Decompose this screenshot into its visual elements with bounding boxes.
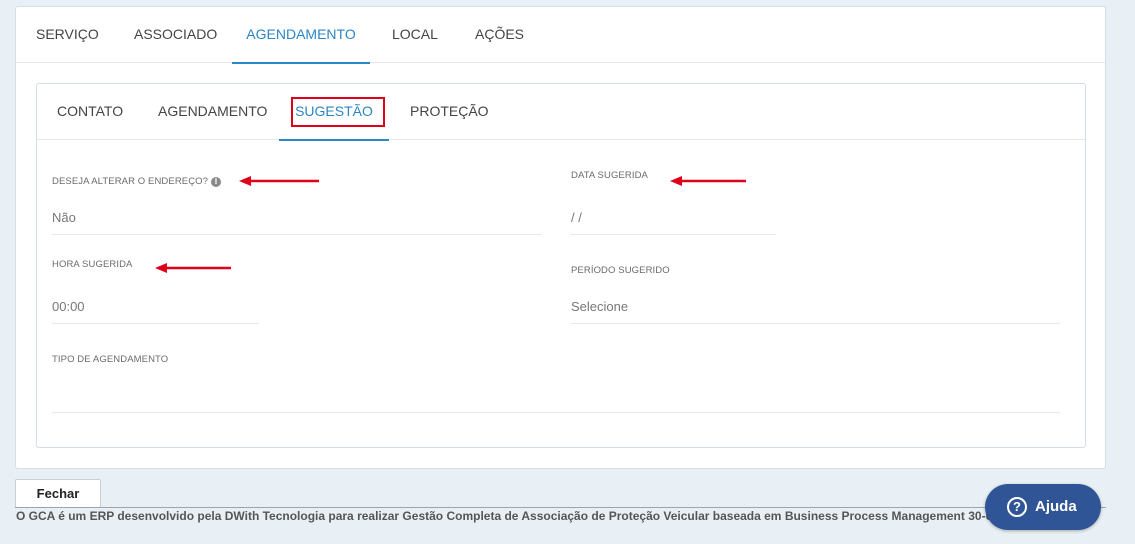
tab-sugestao[interactable]: SUGESTÃO <box>279 84 389 141</box>
alterar-endereco-label-text: DESEJA ALTERAR O ENDEREÇO? <box>52 176 209 187</box>
data-sugerida-input[interactable]: / / <box>571 210 582 225</box>
field-underline <box>571 323 1060 324</box>
tab-servico[interactable]: SERVIÇO <box>36 7 99 63</box>
tab-local[interactable]: LOCAL <box>392 7 438 63</box>
schedule-subpanel: CONTATO AGENDAMENTO SUGESTÃO PROTEÇÃO DE… <box>36 83 1086 448</box>
inner-tabs: CONTATO AGENDAMENTO SUGESTÃO PROTEÇÃO <box>37 84 1085 141</box>
field-underline <box>52 323 259 324</box>
tab-protecao[interactable]: PROTEÇÃO <box>410 84 489 140</box>
scrollbar[interactable] <box>1121 0 1135 544</box>
field-label-alterar-endereco: DESEJA ALTERAR O ENDEREÇO? i <box>52 176 222 187</box>
main-panel: SERVIÇO ASSOCIADO AGENDAMENTO LOCAL AÇÕE… <box>15 6 1106 469</box>
tab-agendamento-inner[interactable]: AGENDAMENTO <box>158 84 267 140</box>
red-arrow-icon <box>239 176 319 186</box>
info-icon[interactable]: i <box>211 177 222 187</box>
alterar-endereco-value[interactable]: Não <box>52 210 76 225</box>
red-arrow-icon <box>155 263 231 273</box>
tab-acoes[interactable]: AÇÕES <box>475 7 524 63</box>
tab-contato[interactable]: CONTATO <box>57 84 123 140</box>
field-label-tipo-agendamento: TIPO DE AGENDAMENTO <box>52 354 169 365</box>
field-label-data-sugerida: DATA SUGERIDA <box>571 170 648 181</box>
field-underline <box>571 234 776 235</box>
footer-text: O GCA é um ERP desenvolvido pela DWith T… <box>16 509 1094 523</box>
red-arrow-icon <box>670 176 746 186</box>
field-label-hora-sugerida: HORA SUGERIDA <box>52 259 133 270</box>
tab-agendamento[interactable]: AGENDAMENTO <box>232 7 370 64</box>
fechar-button[interactable]: Fechar <box>15 479 101 508</box>
question-circle-icon: ? <box>1007 497 1027 517</box>
field-underline <box>52 412 1060 413</box>
tab-associado[interactable]: ASSOCIADO <box>134 7 217 63</box>
field-label-periodo-sugerido: PERÍODO SUGERIDO <box>571 265 670 276</box>
help-button[interactable]: ? Ajuda <box>985 484 1101 530</box>
periodo-sugerido-select[interactable]: Selecione <box>571 299 628 314</box>
top-tabs: SERVIÇO ASSOCIADO AGENDAMENTO LOCAL AÇÕE… <box>16 7 1105 64</box>
help-button-label: Ajuda <box>1035 498 1077 515</box>
hora-sugerida-input[interactable]: 00:00 <box>52 299 85 314</box>
field-underline <box>52 234 541 235</box>
